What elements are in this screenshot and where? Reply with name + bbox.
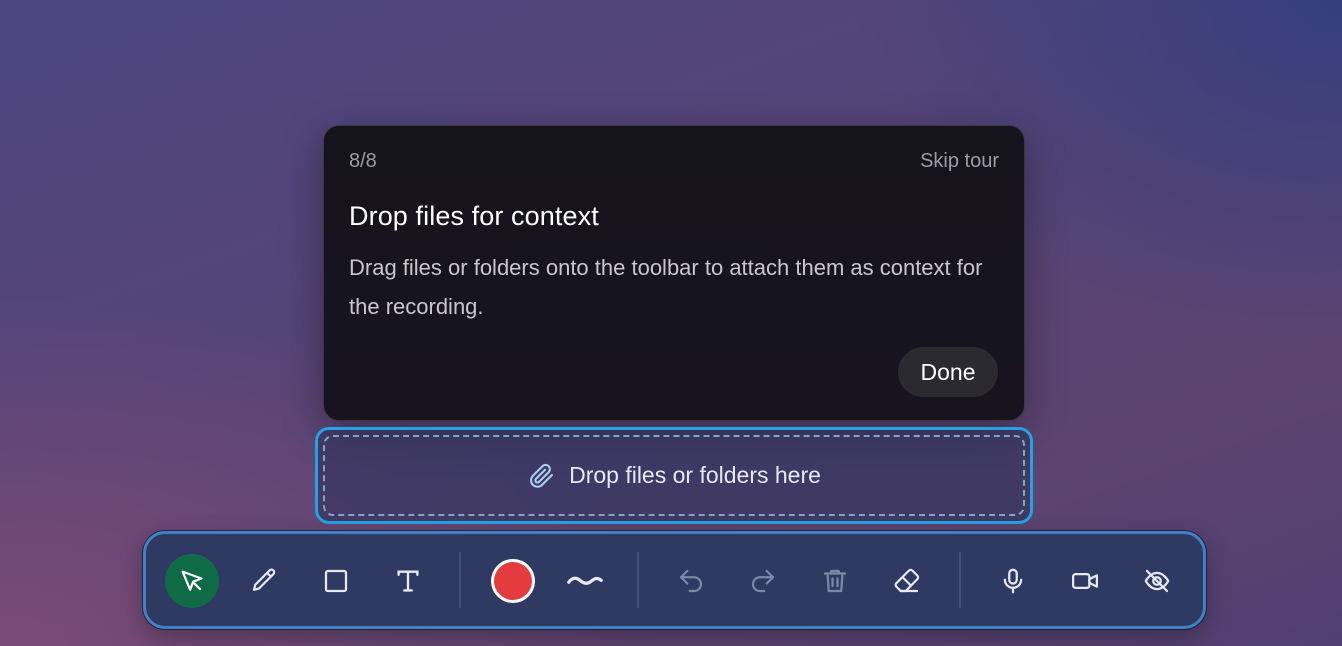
rectangle-icon <box>324 569 348 593</box>
microphone-icon <box>1003 568 1023 594</box>
pencil-tool-button[interactable] <box>237 554 291 608</box>
eraser-icon <box>894 568 920 593</box>
color-picker-button[interactable] <box>486 554 540 608</box>
microphone-button[interactable] <box>986 554 1040 608</box>
trash-icon <box>823 569 847 593</box>
drop-zone[interactable]: Drop files or folders here <box>315 427 1033 524</box>
drop-zone-label: Drop files or folders here <box>569 462 821 488</box>
toolbar-divider <box>959 552 961 608</box>
done-button[interactable]: Done <box>898 347 998 397</box>
undo-icon <box>679 569 703 593</box>
text-icon <box>397 570 419 592</box>
eye-off-icon <box>1144 569 1170 593</box>
delete-button[interactable] <box>808 554 862 608</box>
skip-tour-button[interactable]: Skip tour <box>920 150 999 173</box>
tour-card: 8/8 Skip tour Drop files for context Dra… <box>323 125 1025 421</box>
toolbar-divider <box>459 552 461 608</box>
eraser-tool-button[interactable] <box>880 554 934 608</box>
toolbar <box>143 531 1206 629</box>
video-camera-icon <box>1072 573 1098 589</box>
camera-button[interactable] <box>1058 554 1112 608</box>
select-arrow-icon <box>181 570 203 591</box>
text-tool-button[interactable] <box>381 554 435 608</box>
redo-icon <box>751 569 775 593</box>
pencil-icon <box>252 568 276 591</box>
tour-step-counter: 8/8 <box>349 150 377 172</box>
drop-zone-area[interactable]: Drop files or folders here <box>323 435 1025 516</box>
color-swatch <box>494 562 532 600</box>
select-tool-button[interactable] <box>165 554 219 608</box>
hide-toolbar-button[interactable] <box>1130 554 1184 608</box>
stroke-wave-icon <box>567 576 603 585</box>
redo-button[interactable] <box>736 554 790 608</box>
stroke-width-button[interactable] <box>558 554 612 608</box>
toolbar-divider <box>637 552 639 608</box>
undo-button[interactable] <box>664 554 718 608</box>
paperclip-icon <box>530 463 554 488</box>
rectangle-tool-button[interactable] <box>309 554 363 608</box>
tour-description: Drag files or folders onto the toolbar t… <box>349 255 983 319</box>
tour-title: Drop files for context <box>349 201 599 231</box>
